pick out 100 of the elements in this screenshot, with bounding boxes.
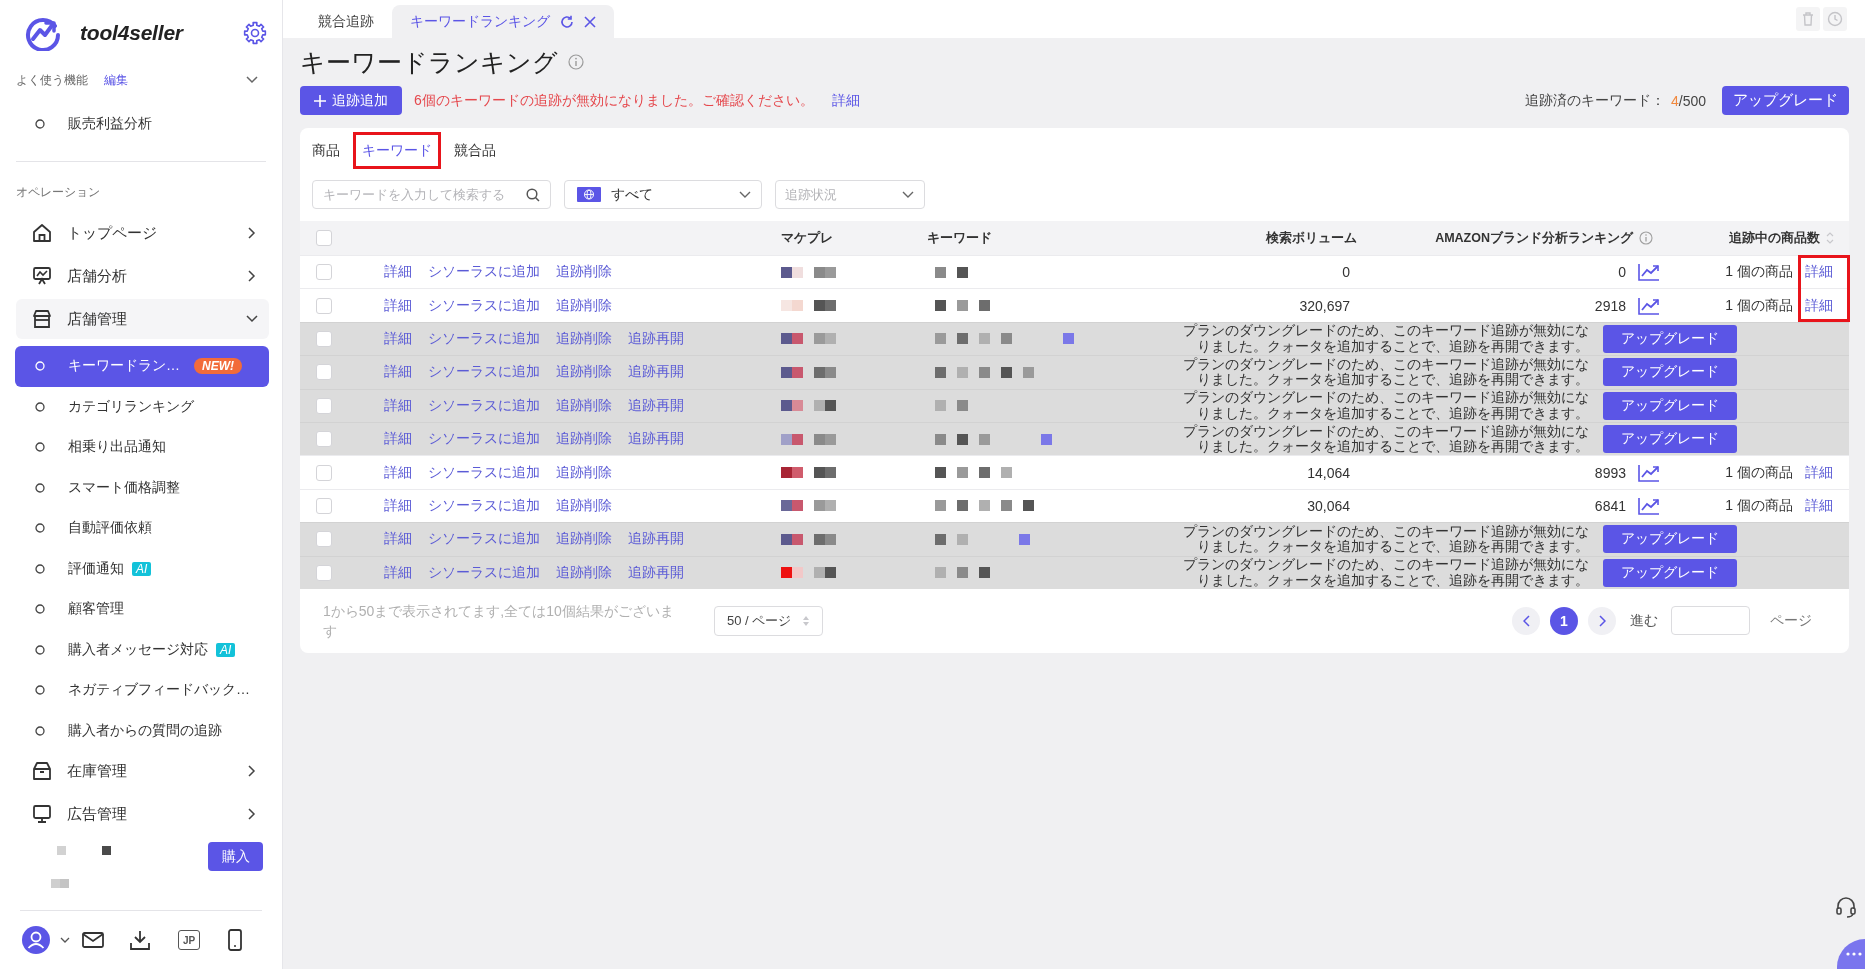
page-number-button[interactable]: 1 bbox=[1550, 606, 1578, 635]
chevron-down-icon bbox=[739, 190, 751, 199]
next-page-button[interactable] bbox=[1588, 606, 1616, 635]
view-tab[interactable]: 商品 bbox=[303, 132, 349, 169]
action-link[interactable]: 詳細 bbox=[384, 296, 412, 315]
search-field[interactable]: キーワードを入力して検索する bbox=[312, 180, 551, 209]
chevron-left-icon bbox=[1522, 614, 1530, 627]
download-icon[interactable] bbox=[130, 930, 150, 950]
page-size-select[interactable]: 50 / ページ bbox=[714, 605, 823, 636]
page-tab[interactable]: 競合追跡 bbox=[300, 5, 392, 38]
column-header: 追跡中の商品数 bbox=[1729, 229, 1820, 247]
page-jump-input[interactable] bbox=[1671, 606, 1750, 636]
page-title: キーワードランキング bbox=[300, 46, 558, 78]
action-link[interactable]: 詳細 bbox=[384, 463, 412, 482]
action-link[interactable]: シソーラスに追加 bbox=[428, 263, 540, 282]
refresh-icon[interactable] bbox=[560, 14, 574, 29]
disabled-notice: プランのダウングレードのため、このキーワード追跡が無効になりました。クォータを追加することで、追跡を再開できます。 bbox=[1182, 356, 1589, 388]
section-heading: よく使う機能 bbox=[16, 71, 88, 89]
previous-page-button[interactable] bbox=[1512, 606, 1540, 635]
sidebar-menu-item[interactable]: 相乗り出品通知 bbox=[15, 427, 269, 468]
chevron-down-icon[interactable] bbox=[246, 76, 258, 84]
row-checkbox[interactable] bbox=[316, 464, 332, 481]
pixelated-block bbox=[935, 567, 990, 579]
row-checkbox[interactable] bbox=[316, 297, 332, 314]
table-cell-text: 320,697 bbox=[1298, 297, 1351, 314]
sidebar-menu-item[interactable]: 店舗管理 bbox=[16, 299, 269, 339]
column-header: AMAZONブランド分析ランキング bbox=[1435, 229, 1633, 247]
trend-chart-icon[interactable] bbox=[1638, 463, 1660, 482]
buy-button[interactable]: 購入 bbox=[208, 842, 263, 871]
details-link[interactable]: 詳細 bbox=[1805, 263, 1833, 282]
page-tab[interactable]: キーワードランキング bbox=[392, 5, 614, 38]
monitor-icon bbox=[32, 804, 52, 824]
trend-chart-icon[interactable] bbox=[1638, 296, 1660, 315]
sidebar-menu-item[interactable]: カテゴリランキング bbox=[15, 386, 269, 427]
sidebar-menu-item[interactable]: キーワードラン… NEW! bbox=[15, 346, 269, 387]
table-cell: 0 bbox=[1618, 264, 1626, 281]
sidebar-menu-item[interactable]: スマート価格調整 bbox=[15, 467, 269, 508]
action-link[interactable]: シソーラスに追加 bbox=[428, 463, 540, 482]
close-icon[interactable] bbox=[584, 15, 596, 28]
add-tracking-button[interactable]: 追跡追加 bbox=[300, 86, 402, 115]
action-link[interactable]: 追跡削除 bbox=[556, 263, 612, 282]
row-checkbox[interactable] bbox=[316, 497, 332, 514]
ai-badge: AI bbox=[132, 561, 152, 576]
language-button[interactable]: JP bbox=[178, 930, 200, 950]
table-cell: 1 個の商品 bbox=[1725, 263, 1793, 282]
sidebar-menu-item[interactable]: ネガティブフィードバック… bbox=[15, 670, 269, 711]
sidebar-menu-item[interactable]: 購入者からの質問の追跡 bbox=[15, 710, 269, 751]
upgrade-button[interactable]: アップグレード bbox=[1722, 86, 1849, 115]
clock-icon[interactable] bbox=[1823, 7, 1847, 31]
sidebar-menu-item[interactable]: トップページ bbox=[16, 213, 269, 253]
sidebar-menu-item[interactable]: 購入者メッセージ対応 AI bbox=[15, 629, 269, 670]
info-icon[interactable] bbox=[1639, 231, 1653, 245]
select-all-checkbox[interactable] bbox=[316, 230, 332, 246]
sort-icon[interactable] bbox=[1826, 231, 1834, 245]
details-link[interactable]: 詳細 bbox=[831, 91, 860, 110]
pixelated-block bbox=[48, 879, 72, 888]
action-link[interactable]: 追跡削除 bbox=[556, 296, 612, 315]
info-icon[interactable] bbox=[568, 54, 584, 70]
headset-icon[interactable] bbox=[1835, 896, 1857, 918]
settings-icon[interactable] bbox=[243, 21, 267, 45]
sidebar-menu-item[interactable]: 販売利益分析 bbox=[0, 104, 282, 144]
action-link[interactable]: シソーラスに追加 bbox=[428, 296, 540, 315]
action-link[interactable]: 詳細 bbox=[384, 263, 412, 282]
mail-icon[interactable] bbox=[82, 932, 104, 948]
view-tab[interactable]: キーワード bbox=[353, 132, 441, 169]
quota-total: /500 bbox=[1678, 92, 1706, 109]
view-tab[interactable]: 競合品 bbox=[445, 132, 505, 169]
edit-link[interactable]: 編集 bbox=[104, 71, 128, 89]
marketplace-select[interactable]: すべて bbox=[564, 180, 762, 209]
avatar-icon[interactable] bbox=[22, 926, 50, 954]
pixelated-block bbox=[781, 366, 836, 378]
action-link[interactable]: 追跡削除 bbox=[556, 463, 612, 482]
search-icon[interactable] bbox=[526, 187, 540, 202]
details-link[interactable]: 詳細 bbox=[1805, 496, 1833, 515]
details-link[interactable]: 詳細 bbox=[1805, 296, 1833, 315]
table-cell-text: 30,064 bbox=[1306, 497, 1351, 514]
table-cell-text: 0 bbox=[1341, 264, 1351, 281]
trend-chart-icon[interactable] bbox=[1638, 263, 1660, 282]
pixelated-block bbox=[781, 266, 836, 278]
trend-chart-icon[interactable] bbox=[1638, 496, 1660, 515]
brand-name: tool4seller bbox=[80, 21, 183, 45]
sidebar-menu-item[interactable]: 在庫管理 bbox=[16, 751, 269, 791]
page-suffix: ページ bbox=[1770, 611, 1812, 630]
sidebar-menu-item[interactable]: 広告管理 bbox=[16, 794, 269, 830]
action-link[interactable]: 詳細 bbox=[384, 496, 412, 515]
phone-icon[interactable] bbox=[228, 929, 242, 951]
chat-bubble-icon[interactable] bbox=[1837, 939, 1865, 969]
row-checkbox[interactable] bbox=[316, 264, 332, 281]
details-link[interactable]: 詳細 bbox=[1805, 463, 1833, 482]
sidebar-menu-item[interactable]: 店舗分析 bbox=[16, 256, 269, 296]
trash-icon[interactable] bbox=[1796, 7, 1820, 31]
results-summary: 1から50まで表示されてます,全ては10個結果がございます bbox=[323, 601, 675, 641]
chevron-down-icon[interactable] bbox=[60, 937, 70, 943]
pixelated-block bbox=[935, 266, 968, 278]
quota-label: 追跡済のキーワード： bbox=[1524, 91, 1665, 110]
sidebar-menu-item[interactable]: 顧客管理 bbox=[15, 589, 269, 630]
action-link[interactable]: 追跡削除 bbox=[556, 496, 612, 515]
action-link[interactable]: シソーラスに追加 bbox=[428, 496, 540, 515]
sidebar-menu-item[interactable]: 評価通知 AI bbox=[15, 548, 269, 589]
sidebar-menu-item[interactable]: 自動評価依頼 bbox=[15, 508, 269, 549]
